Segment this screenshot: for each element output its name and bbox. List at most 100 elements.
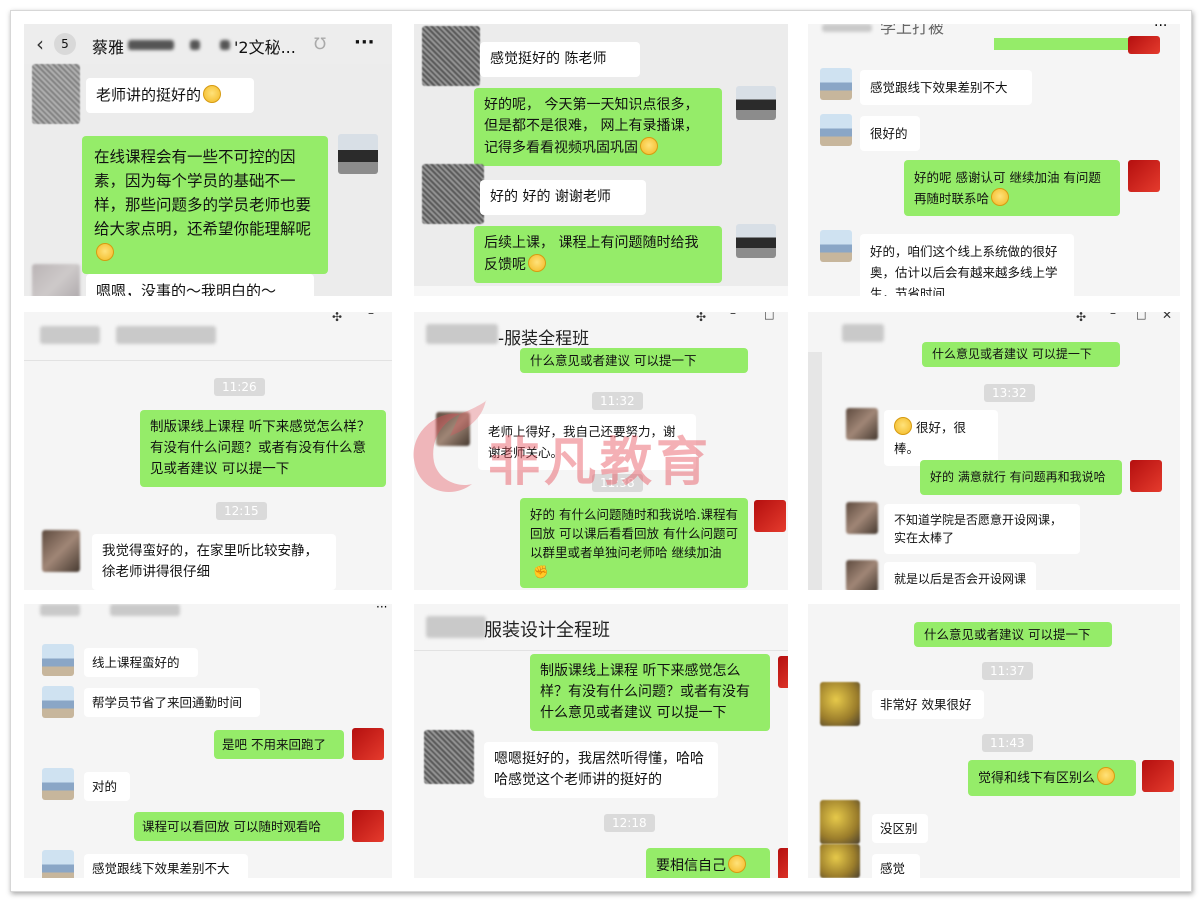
teacher-avatar[interactable] <box>754 500 786 532</box>
teacher-avatar[interactable] <box>1130 460 1162 492</box>
message-bubble <box>994 38 1134 50</box>
redacted-name <box>190 40 200 50</box>
student-avatar[interactable] <box>820 800 860 844</box>
chat-panel-9: 什么意见或者建议 可以提一下 11:37 非常好 效果很好 11:43 觉得和线… <box>808 604 1180 878</box>
timestamp: 11:43 <box>982 734 1033 752</box>
redacted-name <box>426 324 498 344</box>
message-bubble: 很好，很棒。 <box>884 410 998 466</box>
minimize-icon[interactable]: – <box>1110 312 1116 320</box>
message-bubble: 制版课线上课程 听下来感觉怎么样？有没有什么问题？或者有没有什么意见或者建议 可… <box>140 410 386 487</box>
pin-icon[interactable]: ✣ <box>1076 312 1086 324</box>
student-avatar[interactable] <box>42 530 80 572</box>
teacher-avatar[interactable] <box>778 656 788 688</box>
redacted-name <box>426 616 486 638</box>
message-bubble: 嗯嗯挺好的，我居然听得懂，哈哈哈感觉这个老师讲的挺好的 <box>484 742 718 798</box>
student-avatar[interactable] <box>422 164 484 224</box>
message-bubble: 就是以后是否会开设网课 <box>884 562 1036 590</box>
message-bubble: 感觉挺好的 陈老师 <box>480 42 640 77</box>
student-avatar[interactable] <box>846 560 878 590</box>
teacher-avatar[interactable] <box>1142 760 1174 792</box>
student-avatar[interactable] <box>436 412 470 446</box>
grin-emoji-icon <box>991 188 1010 206</box>
teacher-avatar[interactable] <box>736 86 776 120</box>
student-avatar[interactable] <box>42 850 74 878</box>
close-icon[interactable]: ✕ <box>1162 312 1172 322</box>
teacher-avatar[interactable] <box>736 224 776 258</box>
more-options-button[interactable]: ··· <box>354 32 375 53</box>
student-avatar[interactable] <box>820 68 852 100</box>
student-avatar[interactable] <box>422 26 480 86</box>
maximize-icon[interactable]: □ <box>1136 312 1146 321</box>
message-bubble: 是吧 不用来回跑了 <box>214 730 344 759</box>
student-avatar[interactable] <box>820 230 852 262</box>
smile-emoji-icon <box>640 137 658 155</box>
message-bubble: 很好的 <box>860 116 920 151</box>
contact-avatar[interactable] <box>32 64 80 124</box>
chat-panel-5: -服装全程班 ✣ – □ 什么意见或者建议 可以提一下 11:32 老师上得好，… <box>414 312 788 590</box>
chat-title: -服装全程班 <box>498 329 590 349</box>
message-bubble: 感觉跟线下效果差别不大 <box>860 70 1032 105</box>
student-avatar[interactable] <box>820 844 860 878</box>
smile-emoji-icon <box>203 85 222 103</box>
smile-emoji-icon <box>528 254 546 272</box>
message-bubble: 后续上课， 课程上有问题随时给我反馈呢 <box>474 226 722 283</box>
message-bubble: 好的 满意就行 有问题再和我说哈 <box>920 460 1122 495</box>
message-bubble: 什么意见或者建议 可以提一下 <box>914 622 1112 647</box>
redacted-name <box>842 324 884 342</box>
message-bubble: 什么意见或者建议 可以提一下 <box>922 342 1120 367</box>
student-avatar[interactable] <box>820 114 852 146</box>
chat-header: ‹ 5 蔡雅 '2文秘... ℧ ··· <box>24 24 392 64</box>
maximize-icon[interactable]: □ <box>764 312 774 321</box>
student-avatar[interactable] <box>820 682 860 726</box>
redacted-name <box>128 40 174 50</box>
chat-panel-4: ✣ – 11:26 制版课线上课程 听下来感觉怎么样？有没有什么问题？或者有没有… <box>24 312 392 590</box>
teacher-avatar[interactable] <box>352 728 384 760</box>
minimize-icon[interactable]: – <box>730 312 736 320</box>
timestamp: 11:32 <box>592 392 643 410</box>
grin-emoji-icon <box>728 855 746 873</box>
timestamp: 11:38 <box>592 474 643 492</box>
smile-emoji-icon <box>96 243 114 261</box>
chat-list-edge <box>808 352 822 590</box>
pin-icon[interactable]: ✣ <box>696 312 706 324</box>
chat-panel-3: 学上打被 ··· 感觉跟线下效果差别不大 很好的 好的呢 感谢认可 继续加油 有… <box>808 24 1180 296</box>
message-bubble: 制版课线上课程 听下来感觉怎么样？有没有什么问题？或者有没有什么意见或者建议 可… <box>530 654 770 731</box>
student-avatar[interactable] <box>42 644 74 676</box>
message-bubble: 什么意见或者建议 可以提一下 <box>520 348 748 373</box>
more-options-button[interactable]: ··· <box>376 604 387 614</box>
message-bubble: 感觉 <box>872 854 920 878</box>
student-avatar[interactable] <box>846 502 878 534</box>
divider <box>414 650 788 651</box>
unread-count-badge: 5 <box>54 33 76 55</box>
more-options-button[interactable]: ··· <box>1154 24 1167 34</box>
wink-emoji-icon <box>1097 767 1116 785</box>
timestamp: 11:37 <box>982 662 1033 680</box>
chat-title: 服装设计全程班 <box>484 620 610 641</box>
teacher-avatar[interactable] <box>338 134 378 174</box>
teacher-avatar[interactable] <box>352 810 384 842</box>
flex-arm-emoji-icon: ✊ <box>533 564 549 579</box>
student-avatar[interactable] <box>424 730 474 784</box>
message-bubble: 老师讲的挺好的 <box>86 78 254 113</box>
chat-title-prefix: 蔡雅 <box>92 38 125 57</box>
redacted-name <box>220 40 230 50</box>
message-bubble: 不知道学院是否愿意开设网课，实在太棒了 <box>884 504 1080 554</box>
pin-icon[interactable]: ✣ <box>332 312 342 324</box>
teacher-avatar[interactable] <box>1128 36 1160 54</box>
input-bar <box>414 286 788 296</box>
contact-avatar[interactable] <box>32 264 80 296</box>
message-bubble: 对的 <box>84 772 130 801</box>
minimize-icon[interactable]: – <box>368 312 374 320</box>
teacher-avatar[interactable] <box>778 848 788 878</box>
student-avatar[interactable] <box>42 768 74 800</box>
message-bubble: 帮学员节省了来回通勤时间 <box>84 688 260 717</box>
back-arrow-icon[interactable]: ‹ <box>36 32 44 56</box>
message-bubble: 线上课程蛮好的 <box>84 648 198 677</box>
student-avatar[interactable] <box>42 686 74 718</box>
teacher-avatar[interactable] <box>1128 160 1160 192</box>
message-bubble: 非常好 效果很好 <box>872 690 984 719</box>
student-avatar[interactable] <box>846 408 878 440</box>
redacted-name <box>116 326 216 344</box>
chat-panel-6: ✣ – □ ✕ 什么意见或者建议 可以提一下 13:32 很好，很棒。 好的 满… <box>808 312 1180 590</box>
message-bubble: 好的 有什么问题随时和我说哈.课程有回放 可以课后看看回放 有什么问题可以群里或… <box>520 498 748 588</box>
